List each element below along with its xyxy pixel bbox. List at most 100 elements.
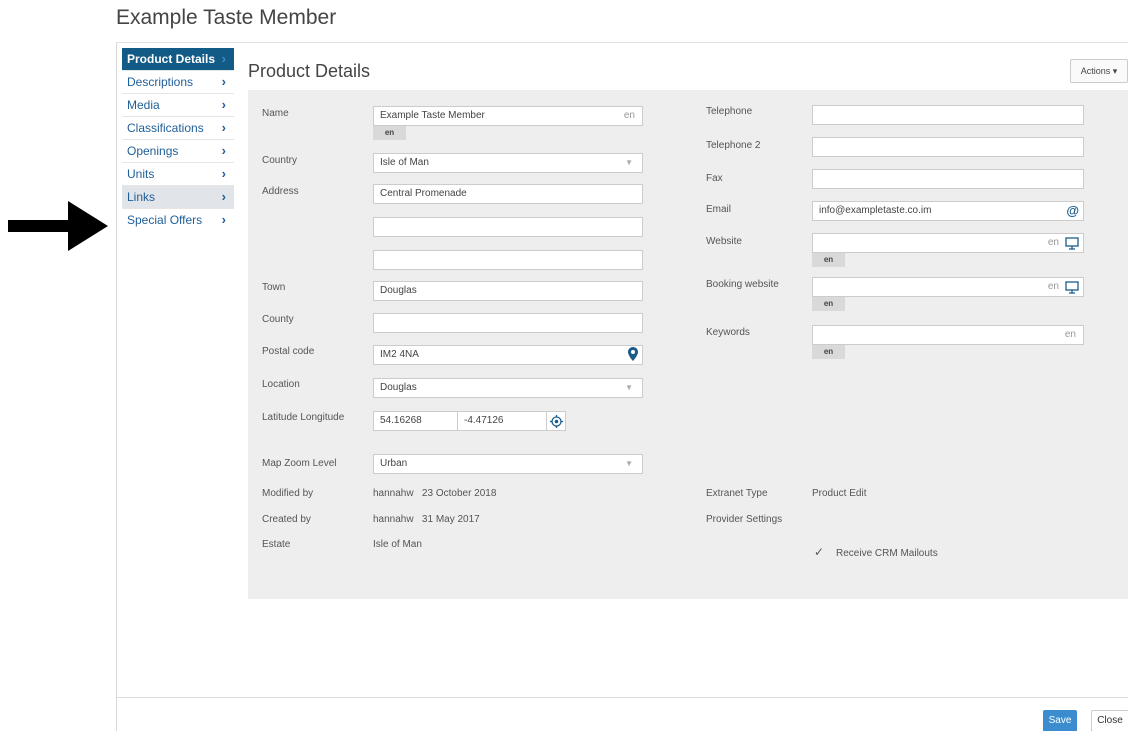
language-indicator: en [623,110,635,121]
extranet-type-label: Extranet Type [706,488,768,499]
map-zoom-select[interactable]: Urban ▼ [373,454,643,474]
crm-mailouts-label: Receive CRM Mailouts [836,548,938,559]
caret-down-icon: ▼ [625,459,633,468]
close-button[interactable]: Close [1091,710,1128,731]
keywords-input[interactable]: en [812,325,1084,345]
sidebar-item-descriptions[interactable]: Descriptions › [122,71,234,94]
monitor-icon[interactable] [1065,281,1079,294]
website-language-button[interactable]: en [812,253,845,267]
telephone-input[interactable] [812,105,1084,125]
modified-by-label: Modified by [262,488,314,499]
chevron-right-icon: › [221,74,226,89]
caret-down-icon: ▼ [625,383,633,392]
address-line2-input[interactable] [373,217,643,237]
sidebar-item-label: Special Offers [127,213,203,227]
address-label: Address [262,186,299,197]
sidebar-item-special-offers[interactable]: Special Offers › [122,209,234,232]
sidebar-nav: Product Details › Descriptions › Media ›… [122,48,234,232]
postal-code-label: Postal code [262,346,315,357]
longitude-input[interactable]: -4.47126 [457,411,547,431]
email-label: Email [706,204,732,215]
language-indicator: en [1047,281,1059,292]
telephone2-input[interactable] [812,137,1084,157]
email-input[interactable]: info@exampletaste.co.im @ [812,201,1084,221]
name-input[interactable]: Example Taste Member en [373,106,643,126]
county-label: County [262,314,294,325]
email-value: info@exampletaste.co.im [819,205,932,216]
product-details-panel: Name Example Taste Member en en Country … [248,90,1128,599]
provider-settings-label: Provider Settings [706,514,783,525]
created-by-label: Created by [262,514,311,525]
address-line3-input[interactable] [373,250,643,270]
fax-input[interactable] [812,169,1084,189]
sidebar-item-links[interactable]: Links › [122,186,234,209]
keywords-language-button[interactable]: en [812,345,845,359]
estate-value: Isle of Man [373,539,422,550]
booking-website-language-button[interactable]: en [812,297,845,311]
latitude-input[interactable]: 54.16268 [373,411,458,431]
created-by-value: hannahw 31 May 2017 [373,514,480,525]
at-sign-icon[interactable]: @ [1066,203,1079,219]
crm-mailouts-checkbox[interactable]: ✓ [814,545,824,559]
name-label: Name [262,108,289,119]
address-line1-input[interactable]: Central Promenade [373,184,643,204]
country-label: Country [262,155,298,166]
latlong-label: Latitude Longitude [262,412,345,423]
monitor-icon[interactable] [1065,237,1079,250]
sidebar-item-label: Links [127,190,156,204]
name-value: Example Taste Member [380,110,485,121]
map-pin-icon[interactable] [628,347,638,364]
booking-website-label: Booking website [706,279,779,290]
product-editor-modal: Product Details › Descriptions › Media ›… [116,43,1128,731]
map-zoom-label: Map Zoom Level [262,458,337,469]
sidebar-item-label: Openings [127,144,179,158]
extranet-type-value: Product Edit [812,488,867,499]
save-button[interactable]: Save [1043,710,1077,731]
page-title: Example Taste Member [116,6,337,29]
chevron-right-icon: › [221,120,226,135]
address-line1-value: Central Promenade [380,188,467,199]
location-value: Douglas [380,382,417,393]
sidebar-item-label: Units [127,167,155,181]
name-language-button[interactable]: en [373,126,406,140]
locate-button[interactable] [546,411,566,431]
website-label: Website [706,236,742,247]
chevron-right-icon: › [221,166,226,181]
sidebar-item-classifications[interactable]: Classifications › [122,117,234,140]
language-indicator: en [1064,329,1076,340]
country-value: Isle of Man [380,157,429,168]
telephone2-label: Telephone 2 [706,140,761,151]
sidebar-item-product-details[interactable]: Product Details › [122,48,234,71]
chevron-right-icon: › [221,189,226,204]
chevron-right-icon: › [221,212,226,227]
postal-code-input[interactable]: IM2 4NA [373,345,643,365]
footer-divider [117,697,1128,698]
town-label: Town [262,282,286,293]
chevron-right-icon: › [221,143,226,158]
location-select[interactable]: Douglas ▼ [373,378,643,398]
booking-website-input[interactable]: en [812,277,1084,297]
caret-down-icon: ▼ [625,158,633,167]
sidebar-item-label: Product Details [127,52,216,66]
modified-by-value: hannahw 23 October 2018 [373,488,497,499]
sidebar-item-label: Media [127,98,160,112]
keywords-label: Keywords [706,327,750,338]
website-input[interactable]: en [812,233,1084,253]
town-value: Douglas [380,285,417,296]
town-input[interactable]: Douglas [373,281,643,301]
county-input[interactable] [373,313,643,333]
sidebar-item-label: Descriptions [127,75,194,89]
sidebar-item-media[interactable]: Media › [122,94,234,117]
telephone-label: Telephone [706,106,753,117]
postal-code-value: IM2 4NA [380,349,419,360]
latitude-value: 54.16268 [380,415,422,426]
chevron-right-icon: › [221,97,226,112]
actions-dropdown-button[interactable]: Actions ▾ [1070,59,1128,83]
sidebar-item-units[interactable]: Units › [122,163,234,186]
crosshair-icon [550,415,563,428]
chevron-right-icon: › [221,51,226,66]
section-title: Product Details [248,61,371,81]
country-select[interactable]: Isle of Man ▼ [373,153,643,173]
arrow-right-icon [8,201,108,251]
sidebar-item-openings[interactable]: Openings › [122,140,234,163]
